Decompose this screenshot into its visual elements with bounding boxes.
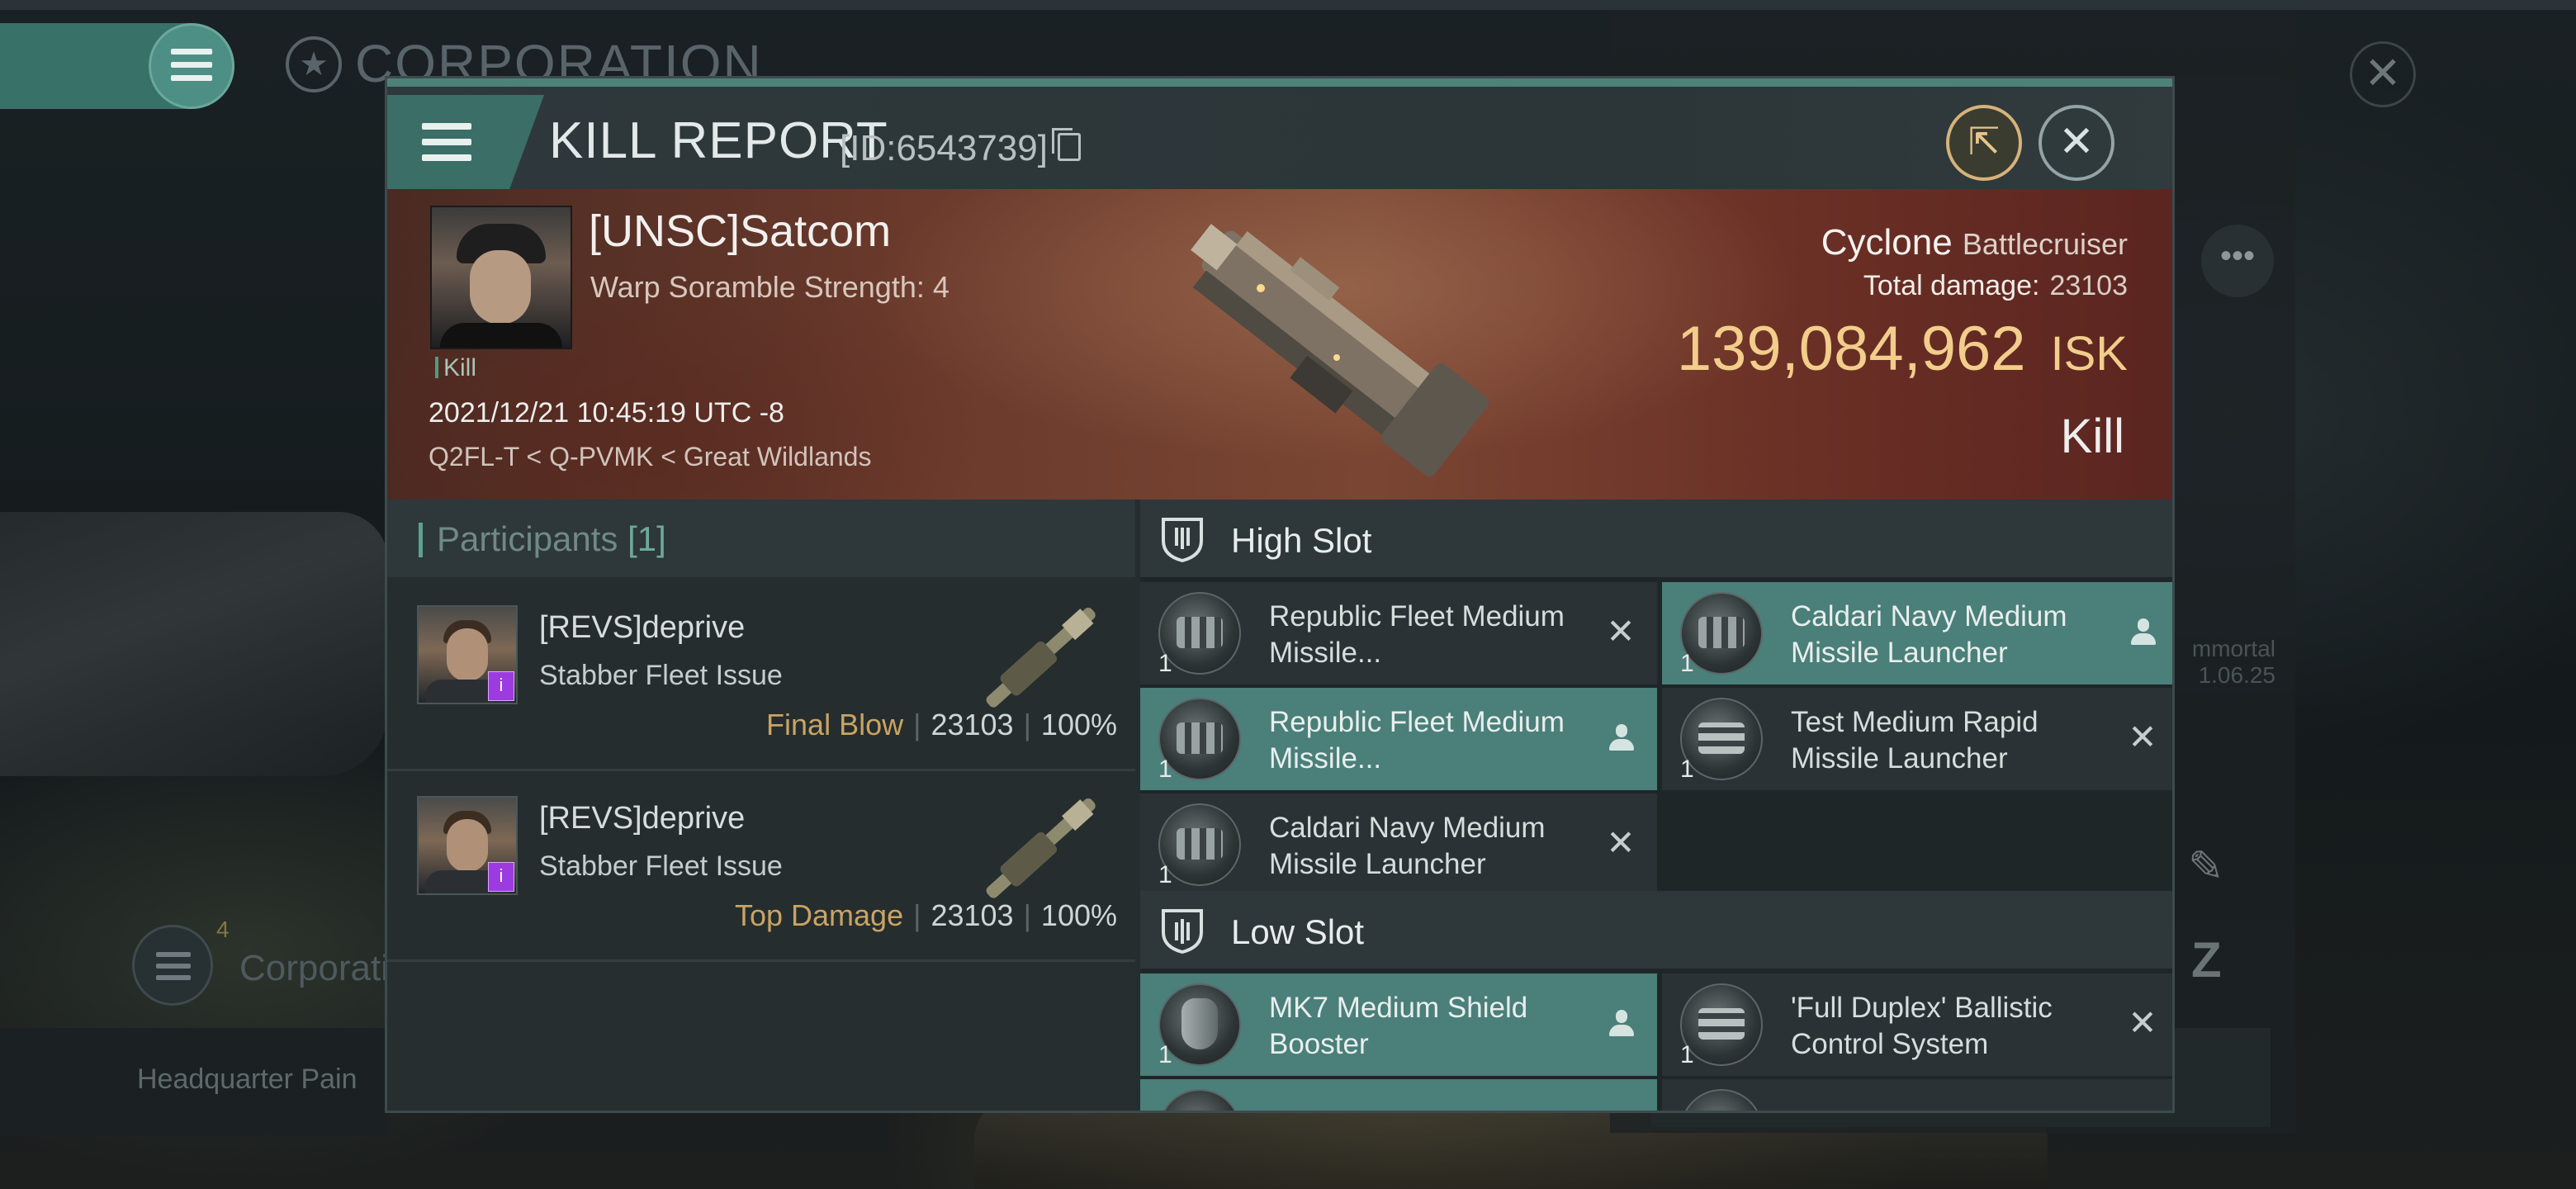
high-slot-item[interactable]: 1 Caldari Navy Medium Missile Launcher ✕	[1140, 793, 1657, 896]
close-icon: ✕	[2364, 49, 2402, 98]
slot-shield-icon	[1162, 909, 1203, 954]
x-icon: ✕	[1606, 823, 1636, 862]
window-accent-bar	[387, 78, 2172, 87]
high-slot-header: High Slot	[1140, 500, 2172, 577]
corp-badge-icon: i	[488, 671, 514, 701]
menu-icon	[156, 952, 191, 985]
kill-result: Kill	[2060, 410, 2124, 463]
item-name: Caldari Navy Medium Missile Launcher	[1791, 600, 2067, 669]
total-damage: Total damage: 23103	[1863, 270, 2128, 301]
high-slot-title: High Slot	[1231, 521, 1372, 560]
corporation-label: Corporatio	[239, 948, 410, 988]
item-quantity: 1	[1158, 861, 1172, 888]
corporation-badge-count: 4	[216, 917, 230, 942]
participant-stats: Final Blow | 23103 | 100%	[766, 708, 1117, 741]
low-slot-header: Low Slot	[1140, 891, 2172, 969]
victim-ship-name[interactable]: Cyclone Battlecruiser	[1821, 222, 2128, 263]
top-status-bar	[0, 0, 2576, 10]
item-quantity: 1	[1158, 1041, 1172, 1068]
kill-report-menu-button[interactable]	[387, 95, 544, 189]
item-name: Republic Fleet Medium Missile...	[1269, 600, 1565, 669]
corporation-menu-button[interactable]	[132, 925, 213, 1006]
x-icon: ✕	[2128, 718, 2157, 756]
warp-scramble-text: Warp Soramble Strength: 4	[590, 270, 949, 304]
fitting-slots-panel: High Slot 1 Republic Fleet Medium Missil…	[1140, 500, 2172, 1111]
kill-report-id: [ID:6543739]	[840, 128, 1048, 168]
external-share-icon: ⇱	[1968, 120, 2001, 163]
victim-banner: [UNSC]Satcom Warp Soramble Strength: 4 K…	[387, 189, 2172, 500]
corporation-star-icon: ★	[286, 36, 342, 92]
person-icon	[1608, 1010, 1636, 1040]
victim-name[interactable]: [UNSC]Satcom	[589, 206, 891, 257]
high-slot-item[interactable]: 1 Test Medium Rapid Missile Launcher ✕	[1662, 688, 2172, 790]
corp-badge-icon: i	[488, 862, 514, 892]
participant-row[interactable]: i [REVS]deprive Stabber Fleet Issue Fina…	[387, 580, 1135, 771]
module-icon	[1158, 1089, 1241, 1111]
kill-datetime: 2021/12/21 10:45:19 UTC -8	[429, 397, 784, 429]
page-close-button[interactable]: ✕	[2350, 41, 2416, 107]
high-slot-item[interactable]: 1 Caldari Navy Medium Missile Launcher	[1662, 582, 2172, 685]
participants-header: Participants [1]	[387, 500, 1135, 577]
close-icon: ✕	[2058, 118, 2095, 166]
person-icon	[1608, 724, 1636, 754]
participants-title: Participants [1]	[437, 519, 666, 558]
headquarter-label: Headquarter Pain	[137, 1063, 358, 1095]
background-ship	[0, 512, 388, 776]
more-options-button[interactable]: •••	[2201, 225, 2274, 297]
low-slot-item[interactable]: 1 'Full Duplex' Ballistic Control System…	[1662, 973, 2172, 1076]
item-name: Caldari Navy Medium Missile Launcher	[1269, 812, 1546, 880]
person-icon	[2129, 618, 2157, 648]
item-quantity: 1	[1158, 650, 1172, 677]
participant-avatar[interactable]: i	[417, 605, 518, 704]
victim-avatar[interactable]	[430, 206, 572, 349]
item-quantity: 1	[1680, 650, 1694, 677]
menu-icon	[422, 123, 471, 161]
menu-icon	[171, 49, 212, 82]
item-quantity: 1	[1680, 1041, 1694, 1068]
item-quantity: 1	[1158, 756, 1172, 783]
participant-row[interactable]: i [REVS]deprive Stabber Fleet Issue Top …	[387, 771, 1135, 962]
sleep-settings-icon[interactable]: Z	[2191, 931, 2222, 988]
x-icon: ✕	[2128, 1003, 2157, 1042]
item-name: MK7 Medium Shield Booster	[1269, 992, 1528, 1060]
module-icon	[1680, 1089, 1763, 1111]
kill-tag: Kill	[435, 354, 476, 382]
item-name: 'Full Duplex' Ballistic Control System	[1791, 992, 2053, 1060]
low-slot-item[interactable]: 1 MK7 Medium Shield Booster	[1140, 973, 1657, 1076]
low-slot-item[interactable]	[1662, 1079, 2172, 1111]
participant-name: [REVS]deprive	[539, 610, 746, 645]
close-button[interactable]: ✕	[2039, 105, 2114, 181]
participants-panel: Participants [1] i [REVS]deprive Stabber…	[387, 500, 1135, 1111]
participant-ship: Stabber Fleet Issue	[539, 660, 783, 691]
slot-shield-icon	[1162, 518, 1203, 562]
kill-report-title: KILL REPORT	[549, 112, 888, 169]
item-name: Test Medium Rapid Missile Launcher	[1791, 706, 2039, 775]
x-icon: ✕	[1606, 612, 1636, 651]
participant-stats: Top Damage | 23103 | 100%	[734, 898, 1117, 932]
main-menu-button[interactable]	[149, 23, 234, 109]
kill-report-window: KILL REPORT [ID:6543739] ⇱ ✕ [UNSC]Satco…	[385, 76, 2175, 1113]
participant-avatar[interactable]: i	[417, 796, 518, 895]
low-slot-item[interactable]	[1140, 1079, 1657, 1111]
low-slot-title: Low Slot	[1231, 912, 1365, 951]
victim-ship-image	[1191, 224, 1489, 477]
edit-icon[interactable]: ✎	[2188, 842, 2237, 892]
kill-location[interactable]: Q2FL-T < Q-PVMK < Great Wildlands	[429, 442, 871, 472]
immortal-status-text: mmortal 1.06.25	[2191, 636, 2275, 688]
participant-ship: Stabber Fleet Issue	[539, 850, 783, 882]
high-slot-item[interactable]: 1 Republic Fleet Medium Missile...	[1140, 688, 1657, 790]
share-button[interactable]: ⇱	[1946, 105, 2022, 181]
isk-value: 139,084,962 ISK	[1676, 314, 2128, 384]
kill-report-header: KILL REPORT [ID:6543739] ⇱ ✕	[387, 87, 2172, 189]
participant-name: [REVS]deprive	[539, 801, 746, 836]
item-name: Republic Fleet Medium Missile...	[1269, 706, 1565, 775]
copy-icon[interactable]	[1052, 128, 1081, 161]
high-slot-item[interactable]: 1 Republic Fleet Medium Missile... ✕	[1140, 582, 1657, 685]
item-quantity: 1	[1680, 756, 1694, 783]
